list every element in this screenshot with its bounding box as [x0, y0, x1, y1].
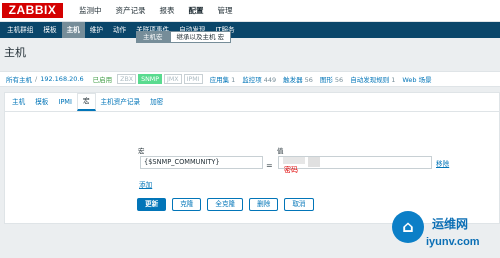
submenu-templates[interactable]: 模板 [38, 22, 61, 38]
menu-configuration[interactable]: 配置 [182, 0, 211, 22]
stat-triggers-count: 56 [304, 76, 313, 84]
main-menu: 监测中 资产记录 报表 配置 管理 [72, 0, 240, 22]
watermark-text-cn: 运维网 [432, 217, 469, 231]
tab-encryption[interactable]: 加密 [145, 94, 168, 111]
stat-web-scenarios-label[interactable]: Web 场景 [402, 76, 431, 84]
update-button[interactable]: 更新 [137, 198, 167, 211]
badge-jmx: JMX [164, 74, 182, 84]
top-header: ZABBIX 监测中 资产记录 报表 配置 管理 [0, 0, 500, 22]
host-status[interactable]: 已启用 [93, 74, 113, 84]
breadcrumb-separator: / [35, 75, 38, 83]
menu-administration[interactable]: 管理 [211, 0, 240, 22]
stat-discovery-rules-label[interactable]: 自动发现规则 [350, 76, 389, 84]
add-macro-link[interactable]: 添加 [139, 179, 152, 189]
inherited-macros-option[interactable]: 继承以及主机 宏 [169, 31, 232, 43]
watermark-text-en: iyunv.com [426, 236, 480, 248]
stat-triggers-label[interactable]: 触发器 [283, 76, 303, 84]
badge-ipmi: IPMI [183, 74, 203, 84]
tab-ipmi[interactable]: IPMI [53, 94, 77, 111]
stat-discovery-rules[interactable]: 自动发现规则 1 [350, 74, 395, 84]
delete-button[interactable]: 删除 [249, 198, 279, 211]
submenu-maintenance[interactable]: 维护 [85, 22, 108, 38]
menu-inventory[interactable]: 资产记录 [109, 0, 153, 22]
stat-triggers[interactable]: 触发器 56 [283, 74, 313, 84]
stat-graphs-label[interactable]: 图形 [320, 76, 333, 84]
clone-button[interactable]: 克隆 [172, 198, 202, 211]
macro-column-label: 宏 [138, 147, 145, 155]
macro-scope-toggle: 主机宏 继承以及主机 宏 [136, 31, 232, 43]
redacted-value [283, 157, 305, 164]
submenu-host-groups[interactable]: 主机群组 [2, 22, 38, 38]
submenu-hosts[interactable]: 主机 [61, 22, 85, 38]
page-title: 主机 [4, 46, 26, 59]
menu-monitoring[interactable]: 监测中 [72, 0, 109, 22]
badge-zbx: ZBX [117, 74, 137, 84]
cancel-button[interactable]: 取消 [284, 198, 314, 211]
full-clone-button[interactable]: 全克隆 [207, 198, 244, 211]
host-macros-option[interactable]: 主机宏 [136, 31, 170, 43]
stat-applications-label[interactable]: 应用集 [210, 76, 230, 84]
remove-macro-link[interactable]: 移除 [436, 158, 449, 168]
host-breadcrumb: 所有主机 / 192.168.20.6 已启用 ZBX SNMP JMX IPM… [0, 71, 500, 87]
equals-sign: = [266, 161, 273, 170]
stat-applications-count: 1 [231, 76, 236, 84]
stat-graphs[interactable]: 图形 56 [320, 74, 343, 84]
redacted-value-2 [308, 157, 320, 167]
stat-applications[interactable]: 应用集 1 [210, 74, 236, 84]
tab-host[interactable]: 主机 [7, 94, 30, 111]
tab-inventory[interactable]: 主机资产记录 [96, 94, 146, 111]
password-annotation: 密码 [284, 166, 298, 174]
watermark-logo-icon: ⌂ [392, 211, 424, 243]
tab-templates[interactable]: 模板 [30, 94, 53, 111]
submenu-actions[interactable]: 动作 [108, 22, 131, 38]
stat-items-label[interactable]: 监控项 [242, 76, 262, 84]
stat-discovery-rules-count: 1 [391, 76, 396, 84]
breadcrumb-host[interactable]: 192.168.20.6 [40, 75, 83, 83]
host-tabs: 主机 模板 IPMI 宏 主机资产记录 加密 [5, 93, 499, 112]
stat-items-count: 449 [263, 76, 277, 84]
stat-graphs-count: 56 [334, 76, 344, 84]
breadcrumb-all-hosts[interactable]: 所有主机 [6, 74, 32, 84]
tab-macros[interactable]: 宏 [76, 93, 96, 111]
macro-name-input[interactable]: {$SNMP_COMMUNITY} [140, 156, 263, 169]
stat-web-scenarios[interactable]: Web 场景 [402, 74, 433, 84]
stat-items[interactable]: 监控项 449 [242, 74, 276, 84]
badge-snmp: SNMP [138, 74, 163, 84]
menu-reports[interactable]: 报表 [153, 0, 182, 22]
form-buttons: 更新 克隆 全克隆 删除 取消 [137, 198, 320, 211]
zabbix-logo[interactable]: ZABBIX [2, 3, 63, 18]
sub-menu: 主机群组 模板 主机 维护 动作 关联项事件 自动发现 IT服务 [0, 22, 500, 38]
value-column-label: 值 [277, 147, 284, 155]
